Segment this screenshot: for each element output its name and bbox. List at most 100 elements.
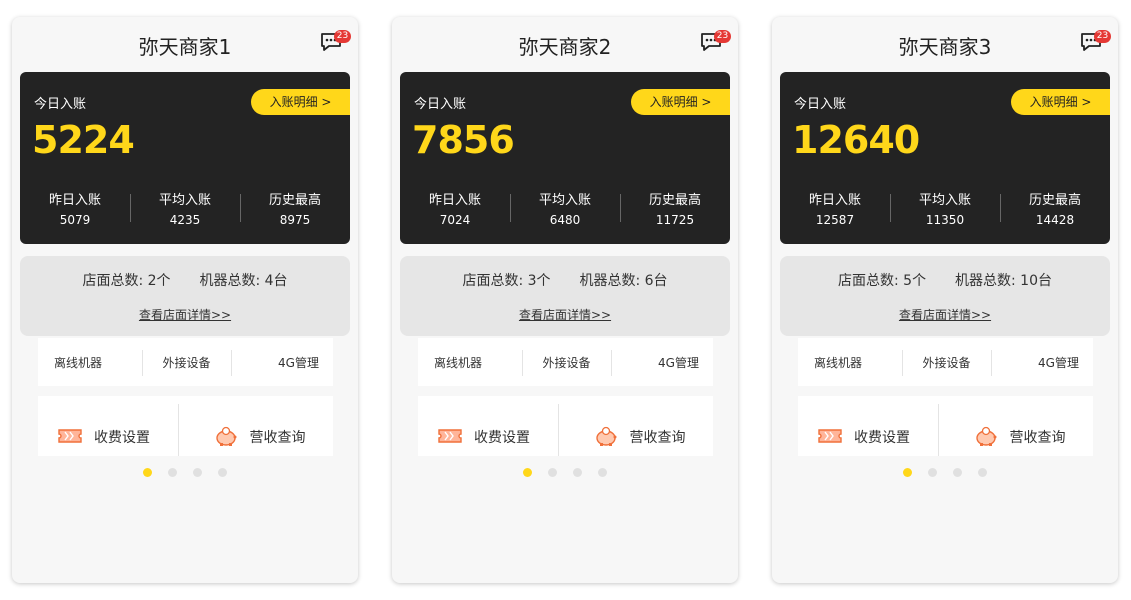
income-detail-button[interactable]: 入账明细 > xyxy=(1011,89,1110,115)
message-button[interactable]: 23 xyxy=(1077,28,1111,56)
stat-label: 昨日入账 xyxy=(428,193,481,208)
stat-label: 历史最高 xyxy=(1028,193,1081,208)
message-count-badge: 23 xyxy=(334,30,351,43)
finance-menu: 收费设置 营收查询 xyxy=(798,396,1093,456)
stat-highest: 历史最高 8975 xyxy=(240,189,350,227)
menu-revenue-query[interactable]: 营收查询 xyxy=(177,396,334,456)
stat-value: 11725 xyxy=(655,213,695,227)
page-dot[interactable] xyxy=(548,468,557,477)
stat-label: 历史最高 xyxy=(268,193,321,208)
message-count-badge: 23 xyxy=(1094,30,1111,43)
stat-value: 5079 xyxy=(59,213,91,227)
page-dot-active[interactable] xyxy=(143,468,152,477)
store-detail-link[interactable]: 查看店面详情>> xyxy=(519,308,611,322)
store-count-value: 5个 xyxy=(903,273,927,289)
stat-value: 7024 xyxy=(439,213,471,227)
store-machine-counts: 店面总数: 2个 机器总数: 4台 xyxy=(20,270,350,290)
income-stats: 昨日入账 7024 平均入账 6480 历史最高 11725 xyxy=(400,189,730,227)
menu-4g-management[interactable]: 4G管理 xyxy=(230,338,333,386)
menu-revenue-query[interactable]: 营收查询 xyxy=(557,396,714,456)
stat-label: 平均入账 xyxy=(538,193,591,208)
machine-count-label: 机器总数: xyxy=(199,273,261,289)
menu-offline-machines[interactable]: 离线机器 xyxy=(418,338,522,386)
stat-average: 平均入账 11350 xyxy=(890,189,1000,227)
page-dot-active[interactable] xyxy=(523,468,532,477)
store-count-value: 3个 xyxy=(527,273,551,289)
store-count-label: 店面总数: xyxy=(462,273,524,289)
page-dot[interactable] xyxy=(928,468,937,477)
menu-fee-settings[interactable]: 收费设置 xyxy=(418,396,558,456)
menu-4g-management[interactable]: 4G管理 xyxy=(610,338,713,386)
income-panel: 今日入账 入账明细 > 7856 昨日入账 7024 平均入账 6480 历史最… xyxy=(400,72,730,244)
menu-external-devices[interactable]: 外接设备 xyxy=(522,338,610,386)
store-detail-link[interactable]: 查看店面详情>> xyxy=(139,308,231,322)
menu-4g-management[interactable]: 4G管理 xyxy=(990,338,1093,386)
merchant-card: 弥天商家1 23 今日入账 入账明细 > 5224 昨日入账 5079 平均入账… xyxy=(12,17,358,583)
store-summary-panel: 店面总数: 2个 机器总数: 4台 查看店面详情>> xyxy=(20,256,350,336)
page-dot-active[interactable] xyxy=(903,468,912,477)
page-dot[interactable] xyxy=(218,468,227,477)
menu-offline-machines[interactable]: 离线机器 xyxy=(798,338,902,386)
today-income-label: 今日入账 xyxy=(794,97,847,112)
today-income-value: 5224 xyxy=(32,118,135,162)
ticket-icon xyxy=(58,428,82,448)
store-count-value: 2个 xyxy=(147,273,171,289)
menu-fee-settings[interactable]: 收费设置 xyxy=(38,396,178,456)
device-menu: 离线机器 外接设备 4G管理 xyxy=(798,338,1093,386)
page-dot[interactable] xyxy=(598,468,607,477)
page-dot[interactable] xyxy=(953,468,962,477)
machine-count-label: 机器总数: xyxy=(579,273,641,289)
stat-value: 14428 xyxy=(1035,213,1075,227)
income-panel: 今日入账 入账明细 > 5224 昨日入账 5079 平均入账 4235 历史最… xyxy=(20,72,350,244)
page-indicator xyxy=(772,468,1118,477)
income-panel: 今日入账 入账明细 > 12640 昨日入账 12587 平均入账 11350 … xyxy=(780,72,1110,244)
stat-yesterday: 昨日入账 12587 xyxy=(780,189,890,227)
ticket-icon xyxy=(818,428,842,448)
menu-fee-settings[interactable]: 收费设置 xyxy=(798,396,938,456)
menu-revenue-query[interactable]: 营收查询 xyxy=(937,396,1094,456)
merchant-card: 弥天商家2 23 今日入账 入账明细 > 7856 昨日入账 7024 平均入账… xyxy=(392,17,738,583)
menu-external-devices[interactable]: 外接设备 xyxy=(142,338,230,386)
stat-highest: 历史最高 11725 xyxy=(620,189,730,227)
page-dot[interactable] xyxy=(193,468,202,477)
today-income-value: 7856 xyxy=(412,118,515,162)
menu-offline-machines[interactable]: 离线机器 xyxy=(38,338,142,386)
stat-value: 6480 xyxy=(549,213,581,227)
menu-label: 收费设置 xyxy=(94,430,150,446)
page-dot[interactable] xyxy=(168,468,177,477)
stat-value: 11350 xyxy=(925,213,965,227)
income-stats: 昨日入账 12587 平均入账 11350 历史最高 14428 xyxy=(780,189,1110,227)
machine-count-value: 4台 xyxy=(264,273,288,289)
message-button[interactable]: 23 xyxy=(697,28,731,56)
piggy-bank-icon xyxy=(594,425,618,451)
menu-label: 营收查询 xyxy=(249,430,306,446)
menu-external-devices[interactable]: 外接设备 xyxy=(902,338,990,386)
merchant-title: 弥天商家3 xyxy=(898,35,992,59)
store-summary-panel: 店面总数: 3个 机器总数: 6台 查看店面详情>> xyxy=(400,256,730,336)
stat-average: 平均入账 4235 xyxy=(130,189,240,227)
machine-count-label: 机器总数: xyxy=(955,273,1016,289)
page-dot[interactable] xyxy=(573,468,582,477)
ticket-icon xyxy=(438,428,462,448)
stat-average: 平均入账 6480 xyxy=(510,189,620,227)
stat-value: 12587 xyxy=(815,213,855,227)
store-machine-counts: 店面总数: 5个 机器总数: 10台 xyxy=(780,270,1110,290)
device-menu: 离线机器 外接设备 4G管理 xyxy=(38,338,333,386)
today-income-value: 12640 xyxy=(792,118,920,162)
today-income-label: 今日入账 xyxy=(34,97,87,112)
income-detail-button[interactable]: 入账明细 > xyxy=(631,89,730,115)
income-detail-button[interactable]: 入账明细 > xyxy=(251,89,350,115)
menu-label: 营收查询 xyxy=(629,430,686,446)
store-detail-link[interactable]: 查看店面详情>> xyxy=(899,308,991,322)
stat-label: 平均入账 xyxy=(918,193,971,208)
stat-label: 历史最高 xyxy=(648,193,701,208)
machine-count-value: 10台 xyxy=(1020,273,1052,289)
store-machine-counts: 店面总数: 3个 机器总数: 6台 xyxy=(400,270,730,290)
page-indicator xyxy=(392,468,738,477)
stat-highest: 历史最高 14428 xyxy=(1000,189,1110,227)
page-dot[interactable] xyxy=(978,468,987,477)
finance-menu: 收费设置 营收查询 xyxy=(418,396,713,456)
piggy-bank-icon xyxy=(214,425,238,451)
message-button[interactable]: 23 xyxy=(317,28,351,56)
menu-label: 收费设置 xyxy=(854,430,910,446)
